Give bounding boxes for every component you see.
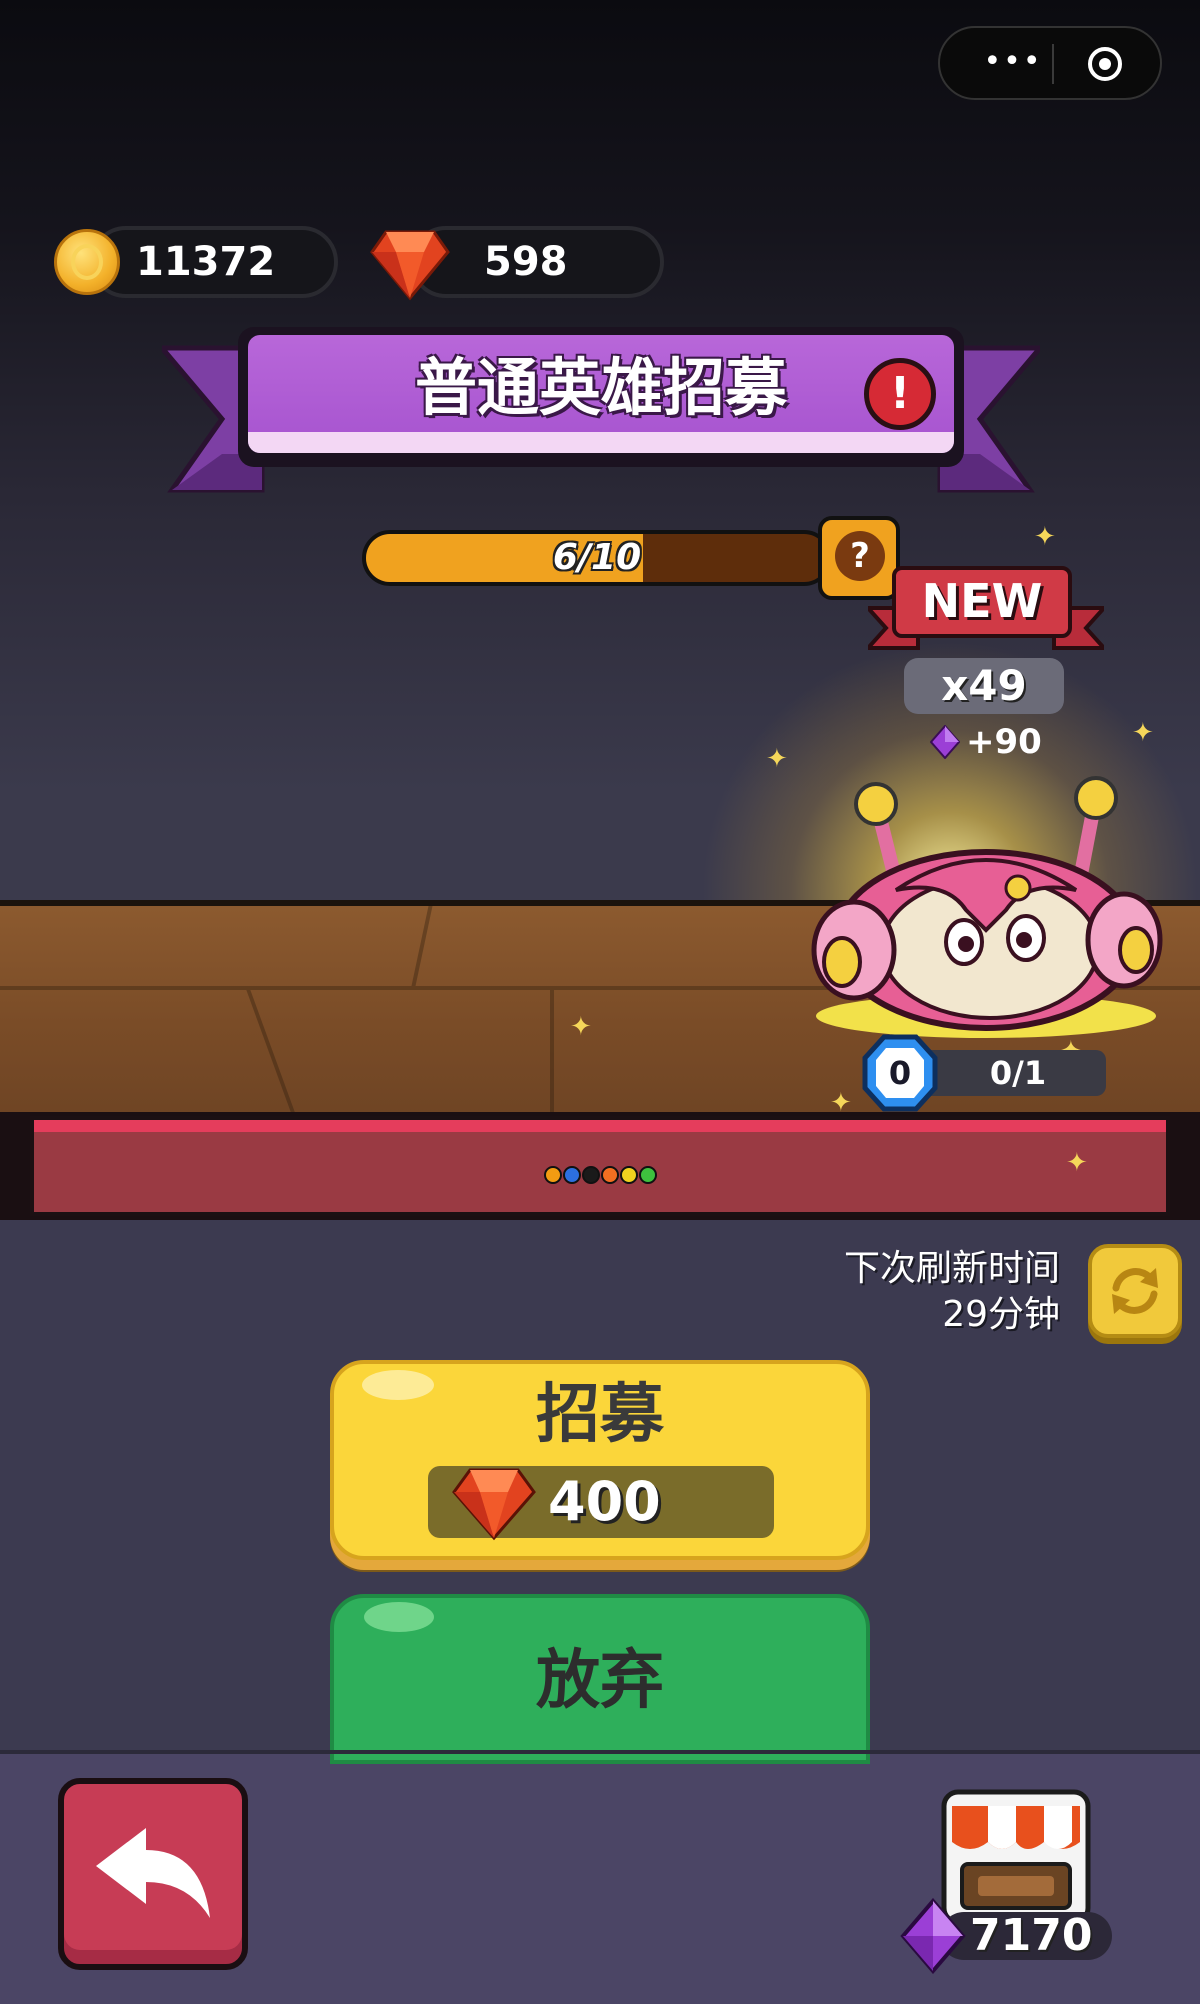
stage-dot bbox=[601, 1166, 619, 1184]
more-dots-icon[interactable]: ••• bbox=[978, 47, 1048, 77]
footer-divider bbox=[0, 1750, 1200, 1754]
recruit-label: 招募 bbox=[536, 1378, 664, 1452]
coin-amount: 11372 bbox=[136, 239, 276, 285]
ruby-gem-icon bbox=[452, 1468, 536, 1541]
back-arrow-icon bbox=[96, 1828, 210, 1918]
capsule-divider bbox=[1052, 44, 1054, 84]
sparkle-icon: ✦ bbox=[1066, 1148, 1088, 1178]
hero-level-value: 0 bbox=[888, 1054, 912, 1092]
hero-bonus: +90 bbox=[930, 720, 1050, 764]
refresh-icon bbox=[1112, 1268, 1158, 1314]
stage-dot bbox=[639, 1166, 657, 1184]
stage-dot bbox=[563, 1166, 581, 1184]
hero-bonus-value: +90 bbox=[966, 722, 1042, 762]
abandon-button-shine bbox=[364, 1602, 434, 1632]
sparkle-icon: ✦ bbox=[570, 1012, 592, 1042]
sparkle-icon: ✦ bbox=[1034, 522, 1056, 552]
hero-character[interactable] bbox=[806, 770, 1166, 1040]
stage-dot bbox=[620, 1166, 638, 1184]
purple-gem-icon bbox=[930, 725, 960, 759]
stage-dots bbox=[544, 1166, 658, 1186]
refresh-time: 29分钟 bbox=[942, 1294, 1060, 1335]
miniprogram-capsule: ••• bbox=[938, 26, 1162, 100]
new-badge: NEW bbox=[892, 566, 1072, 638]
refresh-title: 下次刷新时间 bbox=[843, 1248, 1060, 1289]
hero-count-badge: x49 bbox=[904, 658, 1064, 714]
ruby-gem-icon bbox=[370, 230, 450, 301]
sparkle-icon: ✦ bbox=[830, 1088, 852, 1118]
purple-gem-icon bbox=[900, 1898, 966, 1974]
title-banner-highlight bbox=[248, 432, 954, 453]
stage-top-strip bbox=[34, 1120, 1166, 1132]
close-target-icon[interactable] bbox=[1088, 47, 1122, 81]
recruit-cost-value: 400 bbox=[548, 1470, 661, 1533]
back-button[interactable] bbox=[58, 1778, 248, 1970]
sparkle-icon: ✦ bbox=[766, 744, 788, 774]
coin-icon bbox=[54, 229, 120, 295]
gem-amount: 598 bbox=[484, 239, 568, 285]
refresh-button[interactable] bbox=[1088, 1244, 1182, 1338]
stage-dot bbox=[544, 1166, 562, 1184]
shop-gem-amount: 7170 bbox=[970, 1910, 1093, 1961]
refresh-timer-label: 下次刷新时间 29分钟 bbox=[760, 1246, 1060, 1342]
alert-icon[interactable]: ! bbox=[864, 358, 936, 430]
abandon-label: 放弃 bbox=[536, 1644, 664, 1718]
stage-dot bbox=[582, 1166, 600, 1184]
sparkle-icon: ✦ bbox=[1132, 718, 1154, 748]
progress-text: 6/10 bbox=[552, 537, 642, 578]
page-title: 普通英雄招募 bbox=[414, 351, 787, 424]
